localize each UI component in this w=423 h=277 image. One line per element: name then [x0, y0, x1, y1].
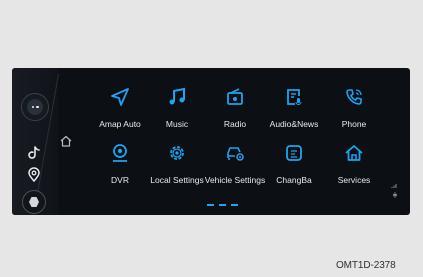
- app-tile-local-settings[interactable]: Local Settings: [145, 143, 209, 193]
- music-app-icon[interactable]: [26, 145, 42, 161]
- figure-code: OMT1D-2378: [336, 260, 396, 271]
- app-tile-amap-auto[interactable]: Amap Auto: [88, 87, 152, 137]
- page-dot[interactable]: [219, 204, 226, 206]
- app-label: Phone: [341, 119, 367, 129]
- app-tile-services[interactable]: Services: [322, 143, 386, 193]
- app-tile-audio-news[interactable]: Audio&News: [262, 87, 326, 137]
- assistant-face-icon: [27, 99, 43, 115]
- app-tile-music[interactable]: Music: [145, 87, 209, 137]
- page-dot[interactable]: [207, 204, 214, 206]
- radio-icon: [227, 88, 243, 105]
- app-tile-changba[interactable]: ChangBa: [262, 143, 326, 193]
- location-pin-icon[interactable]: [26, 167, 42, 183]
- car-settings-icon: [227, 147, 244, 161]
- assistant-button[interactable]: [21, 93, 49, 121]
- status-icons: [391, 184, 398, 198]
- home-shape-button[interactable]: [22, 190, 46, 214]
- audio-news-icon: [287, 89, 302, 105]
- page-indicator[interactable]: [207, 204, 238, 206]
- gear-icon: [170, 146, 184, 160]
- phone-icon: [346, 89, 362, 105]
- navigation-arrow-icon: [111, 88, 129, 106]
- dvr-camera-icon: [113, 144, 127, 162]
- app-tile-phone[interactable]: Phone: [322, 87, 386, 137]
- services-house-icon: [345, 145, 363, 161]
- hexagon-icon: [29, 197, 39, 207]
- infotainment-screen: Amap Auto Music Radio Audio&News Phone D…: [12, 68, 410, 215]
- changba-icon: [286, 145, 302, 161]
- music-note-icon: [169, 87, 185, 105]
- app-tile-dvr[interactable]: DVR: [88, 143, 152, 193]
- app-label: Services: [337, 175, 371, 185]
- app-tile-radio[interactable]: Radio: [203, 87, 267, 137]
- page-dot[interactable]: [231, 204, 238, 206]
- app-tile-vehicle-settings[interactable]: Vehicle Settings: [203, 143, 267, 193]
- home-icon[interactable]: [59, 134, 73, 148]
